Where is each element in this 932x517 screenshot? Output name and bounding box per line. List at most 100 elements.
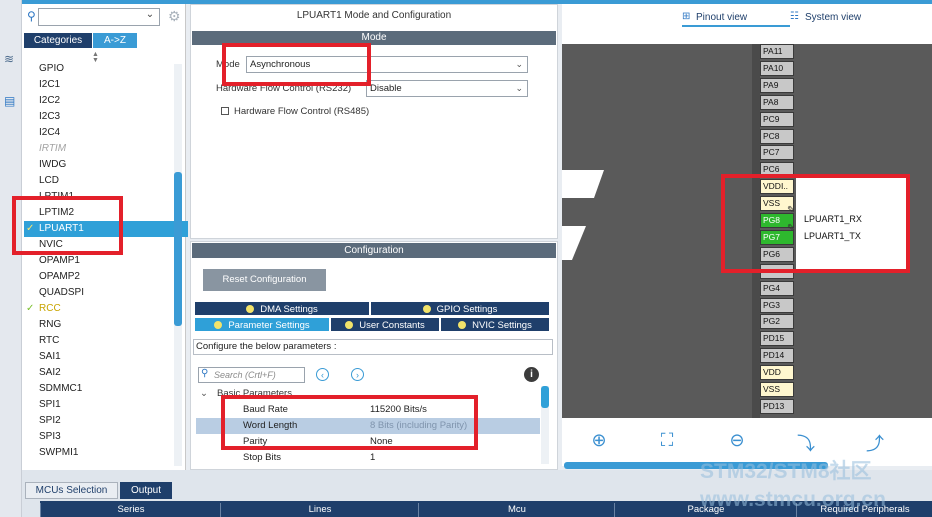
configuration-header: Configuration [192, 243, 556, 258]
status-dot-icon [458, 321, 467, 329]
pin-pa11[interactable]: PA11 [760, 44, 794, 59]
rs485-checkbox[interactable] [221, 107, 229, 115]
parameter-scroll-thumb[interactable] [541, 386, 549, 408]
peripheral-item-label: I2C1 [39, 79, 61, 90]
pin-pd15[interactable]: PD15 [760, 331, 794, 346]
gear-icon[interactable]: ⚙ [168, 8, 184, 24]
pin-pc9[interactable]: PC9 [760, 112, 794, 127]
status-dot-icon [214, 321, 223, 329]
peripheral-item[interactable]: SPI3 [24, 429, 174, 445]
peripheral-item-label: IRTIM [39, 143, 67, 154]
rotate-right-icon[interactable]: ⤵ [795, 430, 817, 454]
chevron-down-icon: ⌄ [515, 59, 523, 69]
grid-icon: ☷ [790, 11, 799, 22]
peripheral-item-label: SPI3 [39, 431, 61, 442]
highlight-box-pins [721, 174, 910, 273]
peripheral-item[interactable]: I2C3 [24, 109, 174, 125]
reset-configuration-button[interactable]: Reset Configuration [203, 269, 326, 291]
peripheral-item[interactable]: I2C1 [24, 77, 174, 93]
zoom-out-icon[interactable]: ⊖ [726, 430, 748, 454]
document-icon[interactable]: ▤ [4, 94, 18, 108]
parameter-value: 1 [370, 452, 376, 463]
peripheral-item-label: GPIO [39, 63, 65, 74]
peripheral-item[interactable]: I2C4 [24, 125, 174, 141]
peripheral-item[interactable]: LCD [24, 173, 174, 189]
info-icon[interactable]: i [524, 367, 539, 382]
highlight-box-parameters [221, 395, 478, 450]
peripheral-item-label: QUADSPI [39, 287, 85, 298]
next-match-icon[interactable]: › [351, 368, 364, 381]
st-logo-part [562, 170, 604, 198]
tab-output[interactable]: Output [120, 482, 172, 499]
column-header-series[interactable]: Series [40, 503, 221, 517]
pin-pa10[interactable]: PA10 [760, 61, 794, 76]
chip-icon: ⊞ [682, 11, 691, 22]
peripheral-item-label: SPI1 [39, 399, 61, 410]
pin-pd13[interactable]: PD13 [760, 399, 794, 414]
pin-pc8[interactable]: PC8 [760, 129, 794, 144]
zoom-in-icon[interactable]: ⊕ [588, 430, 610, 454]
peripheral-item[interactable]: SPI2 [24, 413, 174, 429]
peripheral-item[interactable]: OPAMP1 [24, 253, 174, 269]
peripheral-item-label: OPAMP1 [39, 255, 80, 266]
chevron-down-icon: ⌄ [515, 83, 523, 93]
watermark-line-2: www.stmcu.org.cn [700, 488, 886, 511]
pin-pg4[interactable]: PG4 [760, 281, 794, 296]
pin-pa8[interactable]: PA8 [760, 95, 794, 110]
tab-nvic-settings[interactable]: NVIC Settings [440, 317, 550, 332]
pin-vss[interactable]: VSS [760, 382, 794, 397]
tab-pinout-view[interactable]: ⊞ Pinout view [662, 7, 792, 27]
peripheral-item[interactable]: SDMMC1 [24, 381, 174, 397]
peripheral-search-input[interactable] [38, 8, 160, 26]
column-header-mcu[interactable]: Mcu [418, 503, 615, 517]
tab-categories[interactable]: Categories [24, 33, 92, 48]
column-header-lines[interactable]: Lines [220, 503, 419, 517]
tab-gpio-settings[interactable]: GPIO Settings [370, 301, 550, 316]
tab-user-constants[interactable]: User Constants [330, 317, 440, 332]
fit-to-screen-icon[interactable]: ⛶ [656, 430, 678, 454]
parameter-search-input[interactable]: Search (Crtl+F) [198, 367, 305, 383]
peripheral-item[interactable]: IRTIM [24, 141, 174, 157]
pin-pa9[interactable]: PA9 [760, 78, 794, 93]
layers-icon[interactable]: ≋ [4, 52, 18, 66]
rotate-left-icon[interactable]: ⤴ [864, 430, 886, 454]
peripheral-item[interactable]: SWPMI1 [24, 445, 174, 461]
pinout-view-label: Pinout view [696, 12, 748, 23]
flow-control-rs232-select[interactable]: Disable ⌄ [366, 80, 528, 97]
peripheral-item[interactable]: GPIO [24, 61, 174, 77]
peripheral-item-label: SPI2 [39, 415, 61, 426]
pin-pc7[interactable]: PC7 [760, 145, 794, 160]
peripheral-item[interactable]: SAI1 [24, 349, 174, 365]
tab-a-z[interactable]: A->Z [93, 33, 137, 48]
parameter-row[interactable]: Stop Bits 1 [196, 450, 540, 466]
previous-match-icon[interactable]: ‹ [316, 368, 329, 381]
peripheral-item[interactable]: SPI1 [24, 397, 174, 413]
peripheral-item-label: RTC [39, 335, 60, 346]
peripheral-item-label: SDMMC1 [39, 383, 83, 394]
peripheral-item[interactable]: I2C2 [24, 93, 174, 109]
pin-vdd[interactable]: VDD [760, 365, 794, 380]
peripheral-item-label: SWPMI1 [39, 447, 79, 458]
peripheral-item-label: IWDG [39, 159, 67, 170]
tab-mcus-selection[interactable]: MCUs Selection [25, 482, 118, 499]
peripheral-item-label: OPAMP2 [39, 271, 80, 282]
tab-system-view[interactable]: ☷ System view [790, 11, 900, 27]
tab-parameter-settings[interactable]: Parameter Settings [194, 317, 330, 332]
peripheral-item[interactable]: ✓ RCC [24, 301, 174, 317]
peripheral-item[interactable]: QUADSPI [24, 285, 174, 301]
chevron-down-icon[interactable]: ⌄ [143, 9, 157, 23]
peripheral-item[interactable]: RTC [24, 333, 174, 349]
pin-pg3[interactable]: PG3 [760, 298, 794, 313]
tab-user-constants-label: User Constants [359, 320, 425, 331]
tab-dma-settings[interactable]: DMA Settings [194, 301, 370, 316]
check-icon: ✓ [26, 303, 35, 314]
peripheral-list-scroll-thumb[interactable] [174, 172, 182, 326]
peripheral-item-label: SAI2 [39, 367, 61, 378]
pin-pd14[interactable]: PD14 [760, 348, 794, 363]
mode-panel-title: LPUART1 Mode and Configuration [296, 10, 452, 21]
peripheral-item[interactable]: OPAMP2 [24, 269, 174, 285]
peripheral-item[interactable]: SAI2 [24, 365, 174, 381]
peripheral-item[interactable]: IWDG [24, 157, 174, 173]
pin-pg2[interactable]: PG2 [760, 314, 794, 329]
peripheral-item[interactable]: RNG [24, 317, 174, 333]
